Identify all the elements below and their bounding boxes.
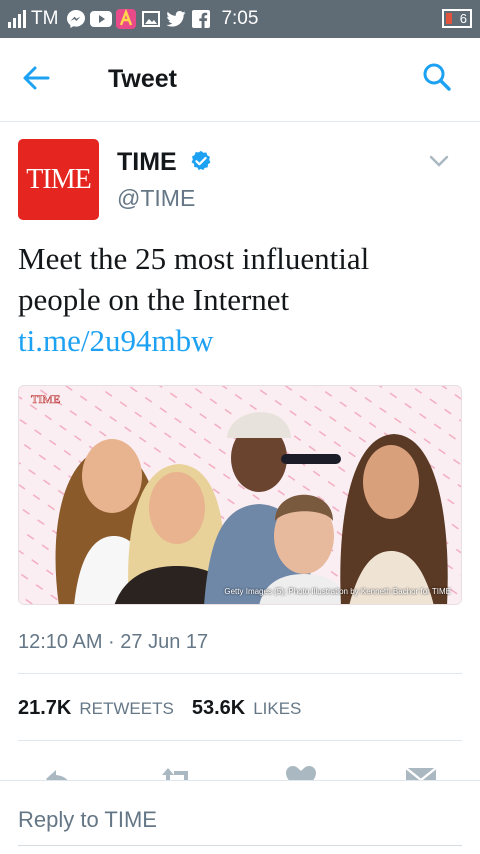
arrow-left-icon bbox=[23, 66, 50, 90]
verified-badge-icon bbox=[191, 150, 211, 171]
media-illustration bbox=[19, 386, 461, 604]
tweet-text-body: Meet the 25 most influential people on t… bbox=[18, 241, 370, 317]
tweet-actions bbox=[0, 760, 480, 780]
retweet-icon[interactable] bbox=[160, 764, 194, 780]
divider bbox=[18, 673, 462, 674]
retweets-count[interactable]: 21.7K bbox=[18, 697, 71, 720]
status-bar: TM 7:05 6 bbox=[0, 0, 480, 38]
twitter-icon bbox=[165, 9, 187, 29]
likes-count[interactable]: 53.6K bbox=[192, 697, 245, 720]
status-bar-left: TM 7:05 bbox=[8, 8, 258, 30]
youtube-icon bbox=[90, 9, 113, 29]
media-brand-watermark: TIME bbox=[31, 392, 61, 407]
page-title: Tweet bbox=[108, 65, 177, 93]
carrier-label: TM bbox=[31, 8, 59, 29]
author-name[interactable]: TIME bbox=[117, 148, 177, 177]
back-button[interactable] bbox=[22, 64, 62, 96]
app-icon bbox=[115, 9, 137, 29]
gallery-icon bbox=[140, 9, 162, 29]
avatar-logo-text: TIME bbox=[26, 163, 91, 195]
facebook-icon bbox=[190, 9, 212, 29]
search-icon bbox=[423, 63, 451, 91]
retweets-label[interactable]: RETWEETS bbox=[79, 699, 173, 719]
status-time: 7:05 bbox=[221, 8, 259, 29]
reply-icon[interactable] bbox=[42, 764, 76, 780]
tweet-text: Meet the 25 most influential people on t… bbox=[18, 238, 458, 361]
tweet-stats: 21.7K RETWEETS 53.6K LIKES bbox=[18, 697, 311, 720]
likes-label[interactable]: LIKES bbox=[253, 699, 301, 719]
media-credit: Getty Images (5); Photo Illustration by … bbox=[224, 587, 451, 596]
message-icon[interactable] bbox=[404, 764, 438, 780]
like-icon[interactable] bbox=[284, 764, 318, 780]
reply-input-underline bbox=[18, 845, 462, 846]
tweet-timestamp: 12:10 AM · 27 Jun 17 bbox=[18, 631, 209, 653]
reply-input[interactable]: Reply to TIME bbox=[18, 807, 157, 833]
search-button[interactable] bbox=[422, 62, 456, 96]
battery-level: 6 bbox=[459, 11, 467, 26]
author-handle[interactable]: @TIME bbox=[117, 185, 195, 212]
reply-bar: Reply to TIME bbox=[0, 780, 480, 854]
author-avatar[interactable]: TIME bbox=[18, 139, 99, 220]
chevron-down-icon[interactable] bbox=[428, 152, 450, 170]
signal-icon bbox=[8, 10, 26, 28]
battery-icon: 6 bbox=[442, 9, 472, 28]
messenger-icon bbox=[65, 9, 87, 29]
divider bbox=[18, 740, 462, 741]
app-header: Tweet bbox=[0, 38, 480, 122]
tweet-media-image[interactable]: TIME Getty Images (5); Photo Illustratio… bbox=[18, 385, 462, 605]
tweet-link[interactable]: ti.me/2u94mbw bbox=[18, 323, 213, 358]
